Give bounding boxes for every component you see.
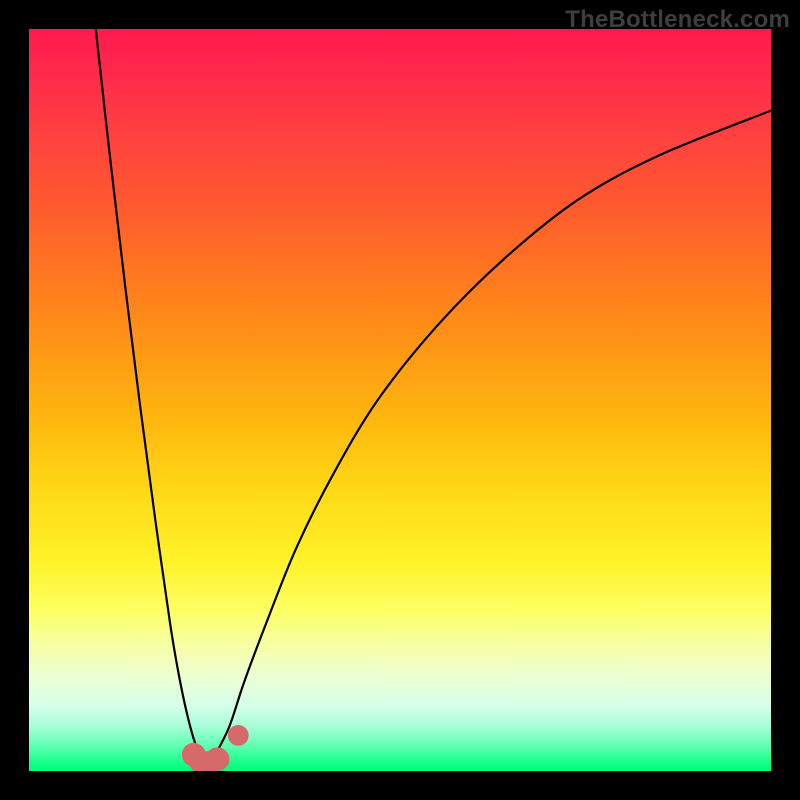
marker-upper (228, 725, 249, 746)
attribution-text: TheBottleneck.com (565, 6, 790, 34)
curve-layer (29, 29, 771, 771)
min-cluster-right (206, 747, 230, 771)
outer-frame: TheBottleneck.com (0, 0, 800, 800)
curve-left-branch (96, 29, 200, 756)
curve-right-branch (215, 111, 772, 757)
plot-area (29, 29, 771, 771)
